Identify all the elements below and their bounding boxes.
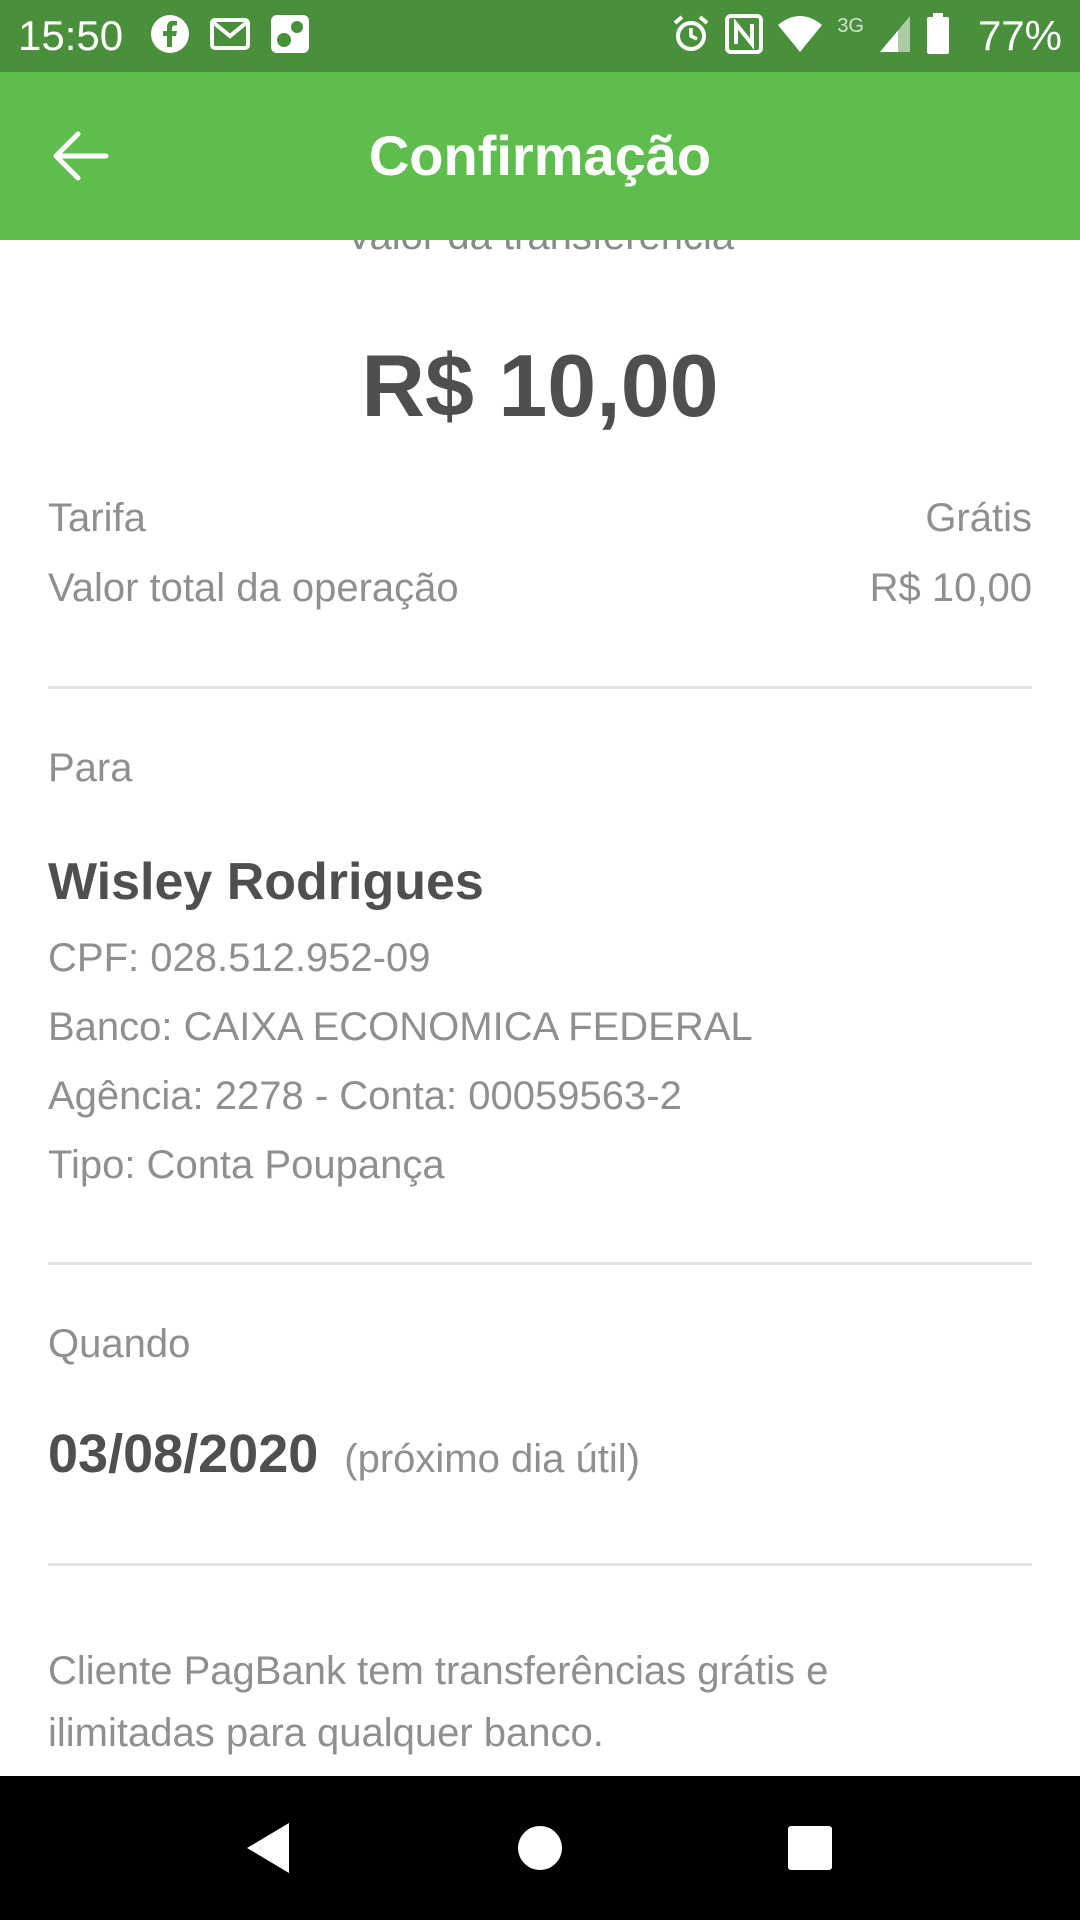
schedule-section-label: Quando bbox=[48, 1322, 191, 1366]
confirmation-content[interactable]: Valor da transferência R$ 10,00 Tarifa G… bbox=[0, 240, 1080, 1776]
signal-icon bbox=[878, 14, 912, 59]
info-text: Cliente PagBank tem transferências gráti… bbox=[48, 1649, 829, 1755]
system-icons: 3G bbox=[671, 12, 950, 60]
navigation-bar bbox=[0, 1776, 1080, 1920]
network-type: 3G bbox=[837, 15, 864, 37]
recipient-account-type: Tipo: Conta Poupança bbox=[48, 1143, 445, 1187]
divider bbox=[48, 1563, 1032, 1566]
recipient-name: Wisley Rodrigues bbox=[48, 853, 484, 911]
total-row: Valor total da operação R$ 10,00 bbox=[48, 564, 1032, 612]
app-bar: Confirmação bbox=[0, 72, 1080, 240]
wifi-icon bbox=[777, 15, 823, 58]
recents-square-icon bbox=[788, 1826, 832, 1870]
status-bar: 15:50 3G 77% bbox=[0, 0, 1080, 72]
gmail-icon bbox=[210, 17, 250, 55]
divider bbox=[48, 686, 1032, 689]
recipient-bank: Banco: CAIXA ECONOMICA FEDERAL bbox=[48, 1005, 753, 1049]
nfc-icon bbox=[725, 13, 764, 59]
nav-home-button[interactable] bbox=[504, 1812, 576, 1884]
battery-percentage: 77% bbox=[977, 12, 1062, 59]
schedule-date-line: 03/08/2020 (próximo dia útil) bbox=[48, 1422, 640, 1486]
notification-icons bbox=[150, 14, 310, 58]
home-circle-icon bbox=[518, 1826, 562, 1870]
total-label: Valor total da operação bbox=[48, 566, 459, 610]
screen: 15:50 3G 77% Confirmação R$ 10,00 Tarifa… bbox=[0, 0, 1080, 1920]
status-time: 15:50 bbox=[18, 12, 124, 59]
transfer-amount: R$ 10,00 bbox=[361, 336, 719, 435]
nav-recents-button[interactable] bbox=[774, 1812, 846, 1884]
facebook-icon bbox=[150, 14, 190, 59]
recipient-section-label: Para bbox=[48, 746, 133, 790]
amount-caption: Valor da transferência bbox=[0, 240, 1080, 260]
recipient-cpf: CPF: 028.512.952-09 bbox=[48, 936, 431, 980]
alarm-icon bbox=[671, 14, 711, 59]
app-notification-icon bbox=[270, 14, 310, 59]
transfer-date-note: (próximo dia útil) bbox=[344, 1437, 640, 1481]
back-triangle-icon bbox=[247, 1823, 289, 1873]
fee-value: Grátis bbox=[925, 496, 1032, 540]
fee-label: Tarifa bbox=[48, 496, 146, 540]
divider bbox=[48, 1262, 1032, 1265]
nav-back-button[interactable] bbox=[232, 1812, 304, 1884]
battery-icon bbox=[926, 12, 950, 60]
recipient-account: Agência: 2278 - Conta: 00059563-2 bbox=[48, 1074, 682, 1118]
page-title: Confirmação bbox=[368, 124, 712, 187]
total-value: R$ 10,00 bbox=[869, 566, 1032, 610]
fee-row: Tarifa Grátis bbox=[48, 494, 1032, 542]
transfer-date: 03/08/2020 bbox=[48, 1424, 319, 1484]
